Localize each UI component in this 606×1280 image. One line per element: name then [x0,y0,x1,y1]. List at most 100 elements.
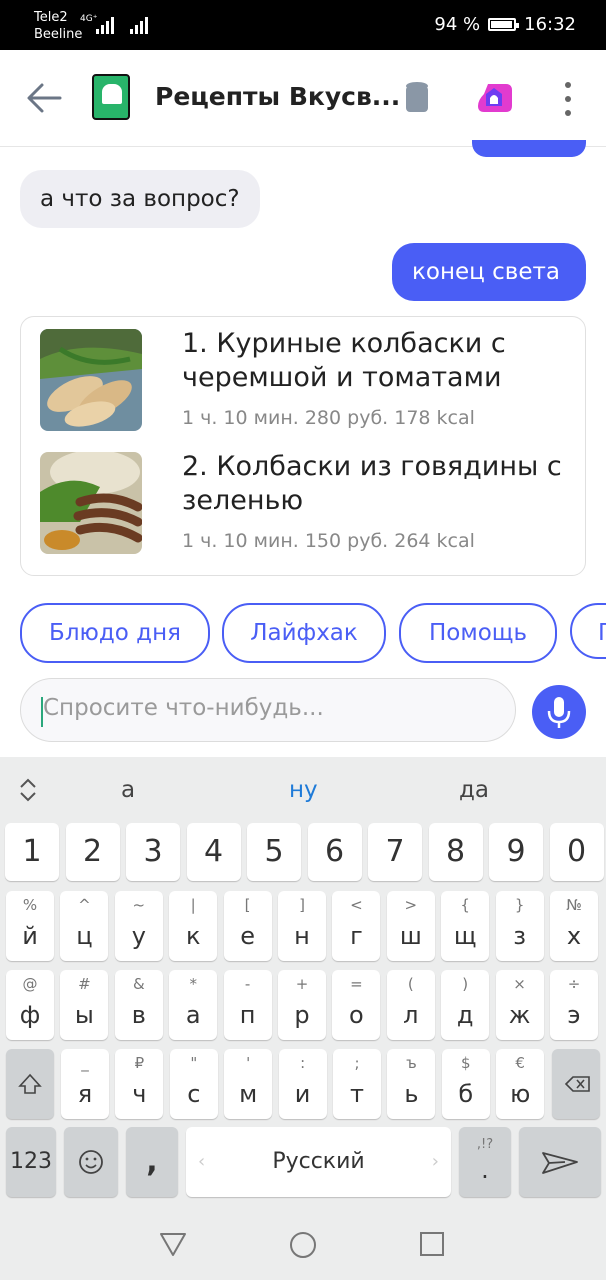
nav-back-icon[interactable] [158,1230,188,1258]
key-7[interactable]: 7 [368,823,422,881]
app-logo-icon [92,74,130,120]
key-5[interactable]: 5 [247,823,301,881]
key-alt-char: № [566,896,582,914]
key-б[interactable]: $ б [441,1049,490,1119]
clock: 16:32 [524,14,576,35]
key-char: у [131,922,146,950]
key-а[interactable]: * а [169,970,218,1040]
key-9[interactable]: 9 [489,823,543,881]
key-и[interactable]: :и [278,1049,327,1119]
key-alt-char: ) [462,975,469,993]
key-alt-char: ъ [406,1054,417,1072]
alice-icon[interactable] [476,80,514,116]
back-arrow-icon[interactable] [24,80,64,116]
key-щ[interactable]: {щ [441,891,490,961]
key-е[interactable]: [е [223,891,272,961]
key-ф[interactable]: @ ф [6,970,54,1040]
emoji-key[interactable] [64,1127,118,1197]
key-char: о [349,1001,364,1029]
key-4[interactable]: 4 [186,823,241,881]
space-left-chevron-icon: ‹ [198,1151,206,1172]
backspace-key[interactable] [552,1049,600,1119]
chip-help[interactable]: Помощь [399,603,557,663]
microphone-button[interactable] [532,685,586,739]
chip-partial[interactable]: П [570,603,606,659]
key-ы[interactable]: # ы [60,970,109,1040]
key-г[interactable]: < г [332,891,381,961]
key-ч[interactable]: ₽ ч [115,1049,164,1119]
key-0[interactable]: 0 [549,823,604,881]
key-ю[interactable]: € ю [496,1049,545,1119]
send-icon [542,1152,578,1174]
comma-key[interactable]: , [126,1127,178,1197]
station-icon[interactable] [404,80,430,116]
shift-key[interactable] [6,1049,54,1119]
signal-icon-2 [130,14,148,34]
key-л[interactable]: (л [386,970,435,1040]
recipes-card: 1. Куриные колбаски с черемшой и томатам… [20,316,586,576]
key-6[interactable]: 6 [307,823,362,881]
key-з[interactable]: } з [495,891,544,961]
key-alt-char: ; [354,1054,360,1072]
key-ц[interactable]: ^ ц [60,891,109,961]
key-char: щ [453,922,477,950]
suggestion-word[interactable]: а [121,777,135,803]
key-о[interactable]: = о [332,970,381,1040]
key-alt-char: & [132,975,145,993]
key-р[interactable]: + р [278,970,326,1040]
space-key[interactable]: ‹ Русский › [186,1127,451,1197]
key-char: з [513,922,526,950]
key-2[interactable]: 2 [65,823,120,881]
period-alt-chars: ,!? [476,1137,494,1152]
backspace-icon [564,1076,590,1092]
key-alt-char: ₽ [134,1054,145,1072]
key-alt-char: } [514,896,525,914]
key-т[interactable]: ; т [333,1049,381,1119]
microphone-icon [547,697,571,728]
carrier-2: Beeline [34,27,83,42]
suggestion-word[interactable]: да [459,777,489,803]
key-char: р [294,1001,310,1029]
nav-recents-icon[interactable] [418,1230,446,1258]
recipe-image [40,329,142,431]
key-alt-char: [ [244,896,251,914]
numbers-key[interactable]: 123 [6,1127,56,1197]
chip-lifehack[interactable]: Лайфхак [222,603,386,663]
key-у[interactable]: ~ у [114,891,163,961]
key-в[interactable]: & в [114,970,163,1040]
key-alt-char: % [22,896,38,914]
key-1[interactable]: 1 [5,823,59,881]
recipe-item[interactable]: 1. Куриные колбаски с черемшой и томатам… [40,317,570,431]
key-ш[interactable]: > ш [386,891,435,961]
key-д[interactable]: ) д [441,970,490,1040]
message-input[interactable]: Спросите что-нибудь... [20,678,516,742]
key-ж[interactable]: × ж [495,970,544,1040]
period-key[interactable]: ,!? . [459,1127,511,1197]
key-alt-char: @ [22,975,38,993]
signal-icon [96,14,114,34]
key-п[interactable]: -п [223,970,272,1040]
key-я[interactable]: _ я [61,1049,109,1119]
chip-dish-of-day[interactable]: Блюдо дня [20,603,210,663]
key-й[interactable]: % й [6,891,54,961]
key-ь[interactable]: ъь [387,1049,436,1119]
key-alt-char: € [515,1054,525,1072]
more-icon[interactable] [562,82,574,116]
key-alt-char: { [460,896,470,914]
key-х[interactable]: № х [550,891,598,961]
expand-icon[interactable] [18,777,38,803]
key-alt-char: ^ [78,896,91,914]
suggestion-word-primary[interactable]: ну [289,777,318,803]
key-н[interactable]: ] н [278,891,326,961]
key-м[interactable]: ' м [224,1049,273,1119]
send-key[interactable] [519,1127,601,1197]
key-3[interactable]: 3 [126,823,180,881]
recipe-item[interactable]: 2. Колбаски из говядины с зеленью 1 ч. 1… [40,440,570,554]
key-8[interactable]: 8 [428,823,483,881]
key-с[interactable]: " с [169,1049,218,1119]
key-к[interactable]: | к [169,891,218,961]
nav-home-icon[interactable] [288,1230,318,1260]
key-э[interactable]: ÷ э [550,970,598,1040]
network-type: 4G⁺ [80,14,98,24]
key-char: х [566,922,582,950]
